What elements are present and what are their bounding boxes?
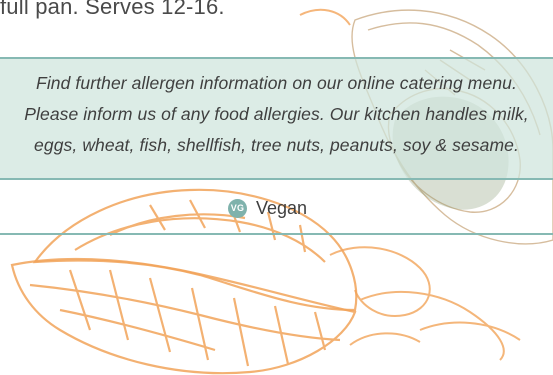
section-divider <box>0 233 553 235</box>
allergen-notice-line: Find further allergen information on our… <box>36 73 517 93</box>
vegan-label: Vegan <box>256 197 308 218</box>
vegan-icon: VG <box>228 198 247 218</box>
serving-size-text: full pan. Serves 12-16. <box>0 0 225 19</box>
allergen-notice-box: Find further allergen information on our… <box>0 57 553 180</box>
allergen-notice-line: Please inform us of any food allergies. … <box>24 104 529 124</box>
allergen-notice-line: eggs, wheat, fish, shellfish, tree nuts,… <box>34 135 519 155</box>
dietary-legend: VG Vegan <box>228 196 307 220</box>
